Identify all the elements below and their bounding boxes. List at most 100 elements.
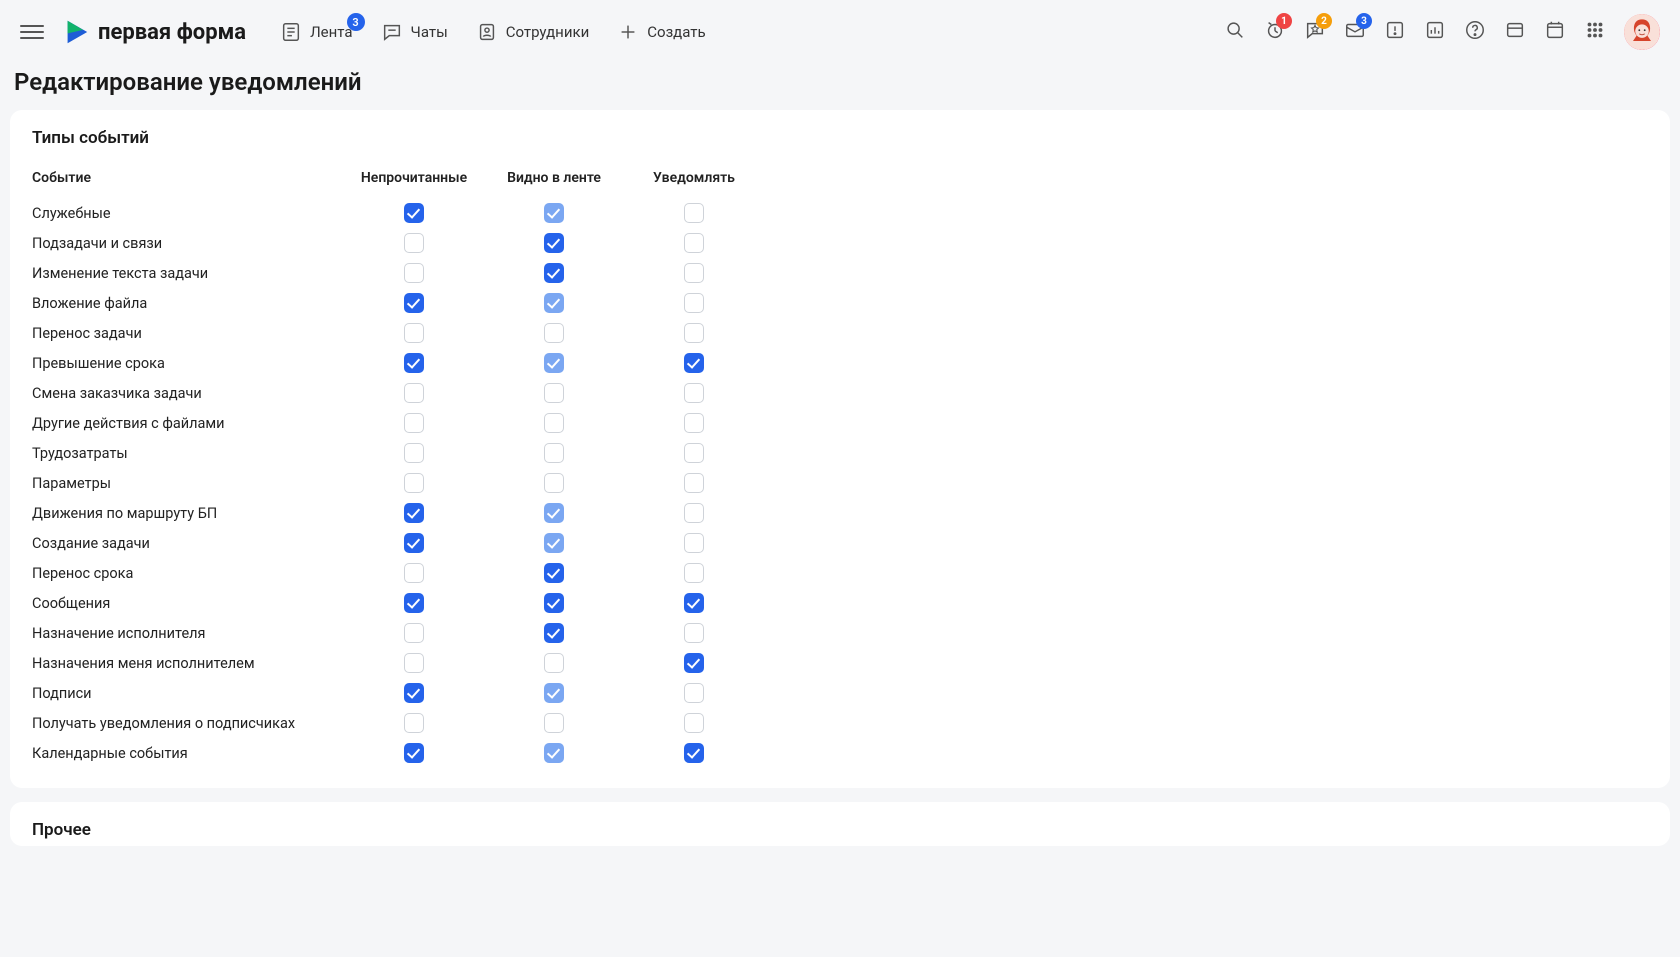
checkbox[interactable] [404,473,424,493]
checkbox[interactable] [544,473,564,493]
checkbox[interactable] [404,353,424,373]
user-avatar[interactable] [1624,14,1660,50]
checkbox[interactable] [544,623,564,643]
nav-employees[interactable]: Сотрудники [476,21,590,43]
table-row: Изменение текста задачи [32,258,772,288]
checkbox[interactable] [684,563,704,583]
checkbox[interactable] [544,533,564,553]
checkbox[interactable] [544,383,564,403]
checkbox[interactable] [404,233,424,253]
checkbox[interactable] [684,683,704,703]
event-label: Создание задачи [32,528,352,558]
checkbox[interactable] [544,443,564,463]
checkbox[interactable] [544,323,564,343]
checkbox[interactable] [404,413,424,433]
menu-toggle[interactable] [20,20,44,44]
cell-unread [352,318,492,348]
checkbox[interactable] [684,593,704,613]
panel-button[interactable] [1504,19,1526,45]
apps-button[interactable] [1584,19,1606,45]
checkbox[interactable] [404,683,424,703]
checkbox[interactable] [544,683,564,703]
cell-unread [352,378,492,408]
nav-feed-label: Лента [310,23,352,41]
checkbox[interactable] [684,353,704,373]
checkbox[interactable] [404,563,424,583]
event-label: Смена заказчика задачи [32,378,352,408]
cell-visible [492,708,632,738]
checkbox[interactable] [544,353,564,373]
checkbox[interactable] [544,743,564,763]
checkbox[interactable] [404,593,424,613]
checkbox[interactable] [684,413,704,433]
table-row: Создание задачи [32,528,772,558]
table-row: Назначения меня исполнителем [32,648,772,678]
checkbox[interactable] [404,383,424,403]
event-label: Параметры [32,468,352,498]
nav-feed[interactable]: Лента 3 [280,21,352,43]
checkbox[interactable] [544,203,564,223]
cell-visible [492,288,632,318]
checkbox[interactable] [544,503,564,523]
brand-logo[interactable]: первая форма [62,18,246,46]
checkbox[interactable] [684,443,704,463]
reminders-button[interactable]: 1 [1264,19,1286,45]
checkbox[interactable] [404,653,424,673]
checkbox[interactable] [544,293,564,313]
checkbox[interactable] [404,293,424,313]
checkbox[interactable] [544,233,564,253]
search-button[interactable] [1224,19,1246,45]
checkbox[interactable] [684,713,704,733]
chat-icon [381,21,403,43]
cell-notify [632,498,772,528]
checkbox[interactable] [684,263,704,283]
checkbox[interactable] [544,713,564,733]
event-types-card: Типы событий Событие Непрочитанные Видно… [10,110,1670,788]
checkbox[interactable] [404,263,424,283]
checkbox[interactable] [404,323,424,343]
checkbox[interactable] [544,563,564,583]
nav-create[interactable]: Создать [617,21,705,43]
reports-button[interactable] [1424,19,1446,45]
checkbox[interactable] [684,293,704,313]
checkbox[interactable] [404,743,424,763]
nav-create-label: Создать [647,23,705,41]
checkbox[interactable] [684,233,704,253]
cell-unread [352,738,492,768]
alerts-button[interactable] [1384,19,1406,45]
checkbox[interactable] [404,443,424,463]
checkbox[interactable] [684,503,704,523]
checkbox[interactable] [684,743,704,763]
checkbox[interactable] [404,203,424,223]
nav-chats[interactable]: Чаты [381,21,448,43]
cell-visible [492,648,632,678]
checkbox[interactable] [404,623,424,643]
cell-notify [632,228,772,258]
checkbox[interactable] [544,413,564,433]
favorites-badge: 2 [1316,13,1332,29]
panel-icon [1504,19,1526,41]
checkbox[interactable] [684,383,704,403]
help-button[interactable] [1464,19,1486,45]
checkbox[interactable] [684,623,704,643]
calendar-button[interactable] [1544,19,1566,45]
favorites-button[interactable]: 2 [1304,19,1326,45]
inbox-button[interactable]: 3 [1344,19,1366,45]
nav-employees-label: Сотрудники [506,23,590,41]
checkbox[interactable] [684,323,704,343]
checkbox[interactable] [684,473,704,493]
checkbox[interactable] [544,593,564,613]
checkbox[interactable] [544,263,564,283]
checkbox[interactable] [404,713,424,733]
cell-notify [632,438,772,468]
nav-feed-badge: 3 [347,13,365,31]
checkbox[interactable] [404,533,424,553]
cell-unread [352,468,492,498]
checkbox[interactable] [404,503,424,523]
checkbox[interactable] [544,653,564,673]
checkbox[interactable] [684,653,704,673]
feed-icon [280,21,302,43]
checkbox[interactable] [684,203,704,223]
event-label: Получать уведомления о подписчиках [32,708,352,738]
checkbox[interactable] [684,533,704,553]
